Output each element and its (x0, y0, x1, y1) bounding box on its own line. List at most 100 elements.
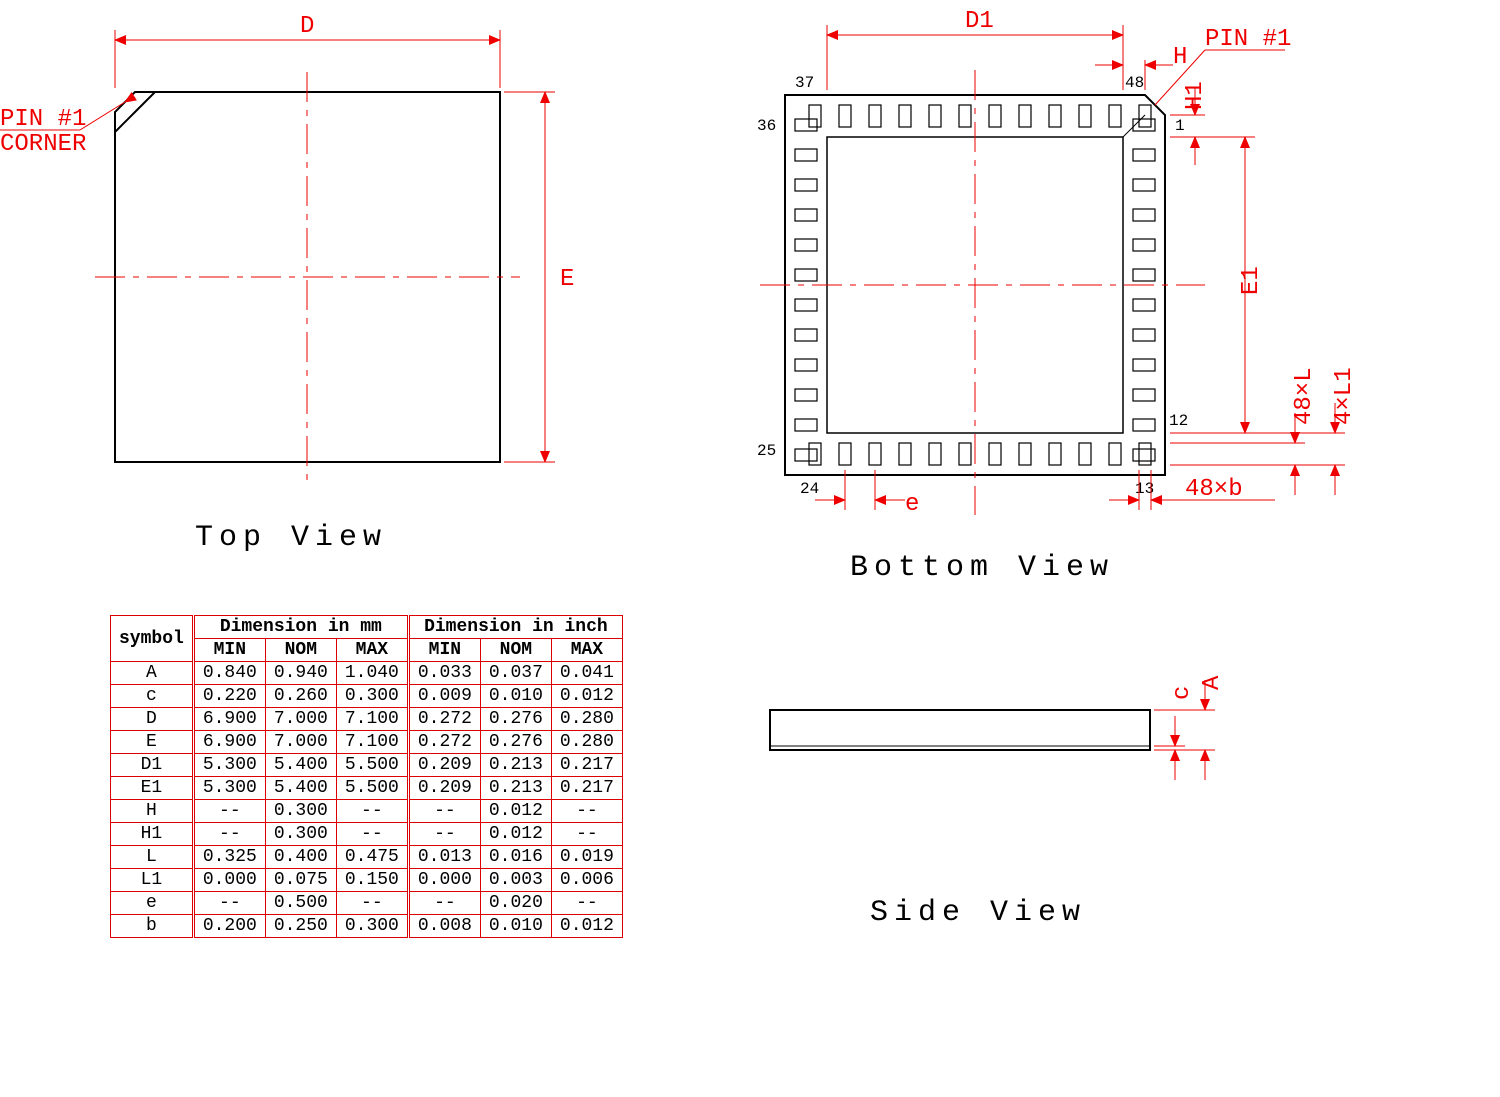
title-top: Top View (195, 521, 387, 555)
table-cell: 1.040 (336, 662, 408, 685)
table-cell: 0.220 (193, 685, 265, 708)
table-cell: 0.325 (193, 846, 265, 869)
table-cell: 0.020 (480, 892, 551, 915)
table-row: L0.3250.4000.4750.0130.0160.019 (111, 846, 623, 869)
pin-24: 24 (800, 480, 819, 498)
table-row: e--0.500----0.020-- (111, 892, 623, 915)
th-min1: MIN (193, 639, 265, 662)
table-cell: H (111, 800, 194, 823)
table-cell: 6.900 (193, 731, 265, 754)
table-row: H--0.300----0.012-- (111, 800, 623, 823)
table-cell: 0.280 (551, 731, 622, 754)
dim-48L: 48×L (1291, 367, 1318, 425)
th-in: Dimension in inch (408, 616, 622, 639)
table-cell: 0.150 (336, 869, 408, 892)
bottom-view-group: 1 12 13 24 25 36 37 48 D1 E1 H H1 PIN #1 (757, 8, 1358, 518)
table-cell: 0.000 (193, 869, 265, 892)
table-cell: 0.000 (408, 869, 480, 892)
title-bottom: Bottom View (850, 551, 1114, 585)
dim-D: D (300, 13, 314, 40)
table-cell: -- (408, 800, 480, 823)
table-cell: 0.272 (408, 731, 480, 754)
table-cell: -- (193, 823, 265, 846)
table-cell: 0.200 (193, 915, 265, 938)
table-cell: D (111, 708, 194, 731)
table-cell: -- (193, 800, 265, 823)
table-cell: 0.276 (480, 708, 551, 731)
table-cell: 7.100 (336, 708, 408, 731)
table-cell: L1 (111, 869, 194, 892)
dim-48b: 48×b (1185, 476, 1243, 503)
dim-H1: H1 (1182, 81, 1209, 110)
table-cell: 0.276 (480, 731, 551, 754)
table-cell: 0.019 (551, 846, 622, 869)
table-cell: A (111, 662, 194, 685)
table-cell: 0.213 (480, 777, 551, 800)
pin-25: 25 (757, 442, 776, 460)
table-cell: 0.003 (480, 869, 551, 892)
table-cell: -- (408, 823, 480, 846)
table-cell: 6.900 (193, 708, 265, 731)
table-cell: 0.213 (480, 754, 551, 777)
table-cell: 7.100 (336, 731, 408, 754)
table-cell: -- (193, 892, 265, 915)
pin-48: 48 (1125, 74, 1144, 92)
table-cell: 5.300 (193, 754, 265, 777)
table-row: A0.8400.9401.0400.0330.0370.041 (111, 662, 623, 685)
table-row: L10.0000.0750.1500.0000.0030.006 (111, 869, 623, 892)
table-cell: 0.250 (265, 915, 336, 938)
table-cell: 0.010 (480, 915, 551, 938)
table-cell: D1 (111, 754, 194, 777)
pin-36: 36 (757, 117, 776, 135)
dim-A: A (1199, 675, 1226, 690)
table-cell: 0.013 (408, 846, 480, 869)
table-cell: 7.000 (265, 708, 336, 731)
table-cell: e (111, 892, 194, 915)
table-cell: 0.500 (265, 892, 336, 915)
th-max2: MAX (551, 639, 622, 662)
table-cell: 0.041 (551, 662, 622, 685)
pin1-corner-a: PIN #1 (0, 106, 86, 133)
table-cell: 0.280 (551, 708, 622, 731)
table-cell: 5.300 (193, 777, 265, 800)
pin1-label: PIN #1 (1205, 26, 1291, 53)
th-mm: Dimension in mm (193, 616, 408, 639)
table-cell: 0.075 (265, 869, 336, 892)
table-cell: 0.217 (551, 777, 622, 800)
pin-37: 37 (795, 74, 814, 92)
table-cell: -- (336, 823, 408, 846)
table-cell: 0.012 (551, 685, 622, 708)
table-cell: -- (551, 823, 622, 846)
dim-D1: D1 (965, 8, 994, 35)
table-cell: 0.300 (265, 823, 336, 846)
table-cell: 5.400 (265, 754, 336, 777)
dim-H: H (1173, 44, 1187, 71)
table-cell: 0.300 (336, 685, 408, 708)
table-cell: -- (336, 892, 408, 915)
table-cell: 0.209 (408, 777, 480, 800)
table-cell: -- (551, 800, 622, 823)
table-cell: L (111, 846, 194, 869)
side-view-group: A c (770, 675, 1226, 780)
table-cell: -- (336, 800, 408, 823)
table-cell: -- (551, 892, 622, 915)
table-cell: 0.009 (408, 685, 480, 708)
table-cell: E (111, 731, 194, 754)
table-cell: 0.260 (265, 685, 336, 708)
th-nom1: NOM (265, 639, 336, 662)
table-cell: 0.940 (265, 662, 336, 685)
dim-c: c (1169, 686, 1196, 700)
table-cell: 0.012 (480, 823, 551, 846)
table-cell: 0.016 (480, 846, 551, 869)
table-cell: 0.300 (265, 800, 336, 823)
table-cell: 0.008 (408, 915, 480, 938)
dim-E: E (560, 266, 574, 293)
pin-12: 12 (1169, 412, 1188, 430)
table-cell: -- (408, 892, 480, 915)
table-row: c0.2200.2600.3000.0090.0100.012 (111, 685, 623, 708)
table-cell: 0.475 (336, 846, 408, 869)
table-cell: 5.400 (265, 777, 336, 800)
table-cell: E1 (111, 777, 194, 800)
th-min2: MIN (408, 639, 480, 662)
dim-E1: E1 (1238, 266, 1265, 295)
